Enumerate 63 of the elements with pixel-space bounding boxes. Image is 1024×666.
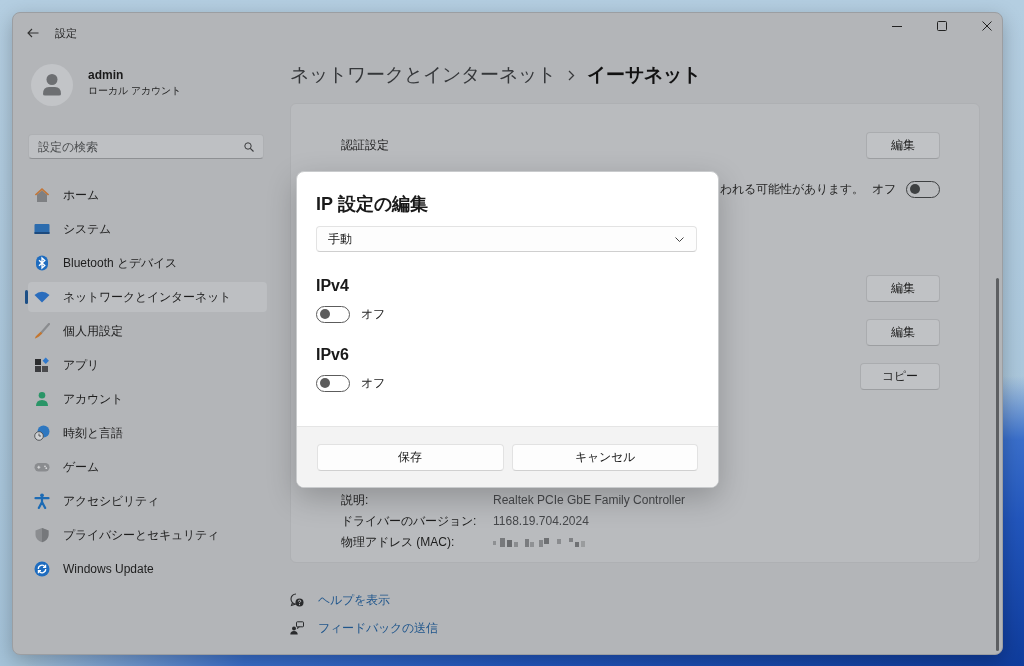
home-icon: [34, 187, 50, 203]
user-name: admin: [88, 66, 125, 83]
edit-button[interactable]: 編集: [866, 318, 940, 346]
breadcrumb-link[interactable]: ネットワークとインターネット: [290, 62, 556, 88]
sidebar-item[interactable]: システム: [28, 214, 267, 244]
sidebar-item[interactable]: Bluetooth とデバイス: [28, 248, 267, 278]
dialog-title: IP 設定の編集: [316, 193, 429, 216]
toggle-state-label: オフ: [872, 180, 896, 198]
globe-clock-icon: [34, 425, 50, 441]
toggle-state-label: オフ: [361, 305, 385, 323]
refresh-circle-icon: [34, 561, 50, 577]
page-title: イーサネット: [587, 63, 701, 87]
accessibility-icon: [34, 493, 50, 509]
mode-dropdown[interactable]: 手動: [316, 226, 697, 252]
cancel-button[interactable]: キャンセル: [511, 444, 698, 471]
search-icon: [244, 142, 254, 152]
property-label: 説明:: [341, 491, 370, 509]
search-field[interactable]: 設定の検索: [28, 134, 264, 159]
bluetooth-icon: [34, 255, 50, 271]
help-link[interactable]: ヘルプを表示: [318, 591, 390, 609]
sidebar-item[interactable]: プライバシーとセキュリティ: [28, 520, 267, 550]
account-type: ローカル アカウント: [88, 83, 181, 98]
feedback-person-icon: [290, 621, 304, 635]
chevron-right-icon: [568, 69, 575, 81]
window-title: 設定: [55, 25, 77, 41]
avatar-icon: [31, 64, 73, 106]
edit-button[interactable]: 編集: [866, 131, 940, 159]
sidebar-item[interactable]: Windows Update: [28, 554, 267, 584]
arrow-left-icon: [27, 28, 39, 38]
toggle-state-label: オフ: [361, 374, 385, 392]
property-label: 物理アドレス (MAC):: [341, 533, 456, 551]
edit-button[interactable]: 編集: [866, 274, 940, 302]
sidebar-item[interactable]: アカウント: [28, 384, 267, 414]
section-heading: IPv6: [316, 345, 350, 365]
selection-indicator: [25, 290, 28, 304]
edit-button[interactable]: コピー: [860, 362, 940, 390]
property-value: 1168.19.704.2024: [493, 514, 590, 528]
help-bubble-icon: [290, 593, 304, 607]
property-label: ドライバーのバージョン:: [341, 512, 478, 530]
minimize-icon: [892, 25, 902, 27]
section-heading: IPv4: [316, 276, 350, 296]
shield-icon: [34, 527, 50, 543]
sidebar-item[interactable]: ネットワークとインターネット: [28, 282, 267, 312]
sidebar-item[interactable]: アクセシビリティ: [28, 486, 267, 516]
sidebar-item[interactable]: アプリ: [28, 350, 267, 380]
monitor-icon: [34, 221, 50, 237]
close-icon: [982, 21, 992, 31]
maximize-icon: [937, 21, 947, 31]
sidebar-item[interactable]: ゲーム: [28, 452, 267, 482]
setting-label: 認証設定: [341, 136, 389, 154]
setting-description: われる可能性があります。: [720, 180, 864, 198]
person-icon: [34, 391, 50, 407]
sidebar-item[interactable]: 時刻と言語: [28, 418, 267, 448]
paintbrush-icon: [34, 323, 50, 339]
save-button[interactable]: 保存: [317, 444, 504, 471]
apps-grid-icon: [34, 357, 50, 373]
scrollbar-thumb[interactable]: [996, 278, 999, 651]
property-value: Realtek PCIe GbE Family Controller: [493, 493, 687, 507]
chevron-down-icon: [675, 236, 684, 242]
help-link[interactable]: フィードバックの送信: [318, 619, 438, 637]
sidebar-item[interactable]: ホーム: [28, 180, 267, 210]
sidebar-item[interactable]: 個人用設定: [28, 316, 267, 346]
wifi-icon: [34, 289, 50, 305]
